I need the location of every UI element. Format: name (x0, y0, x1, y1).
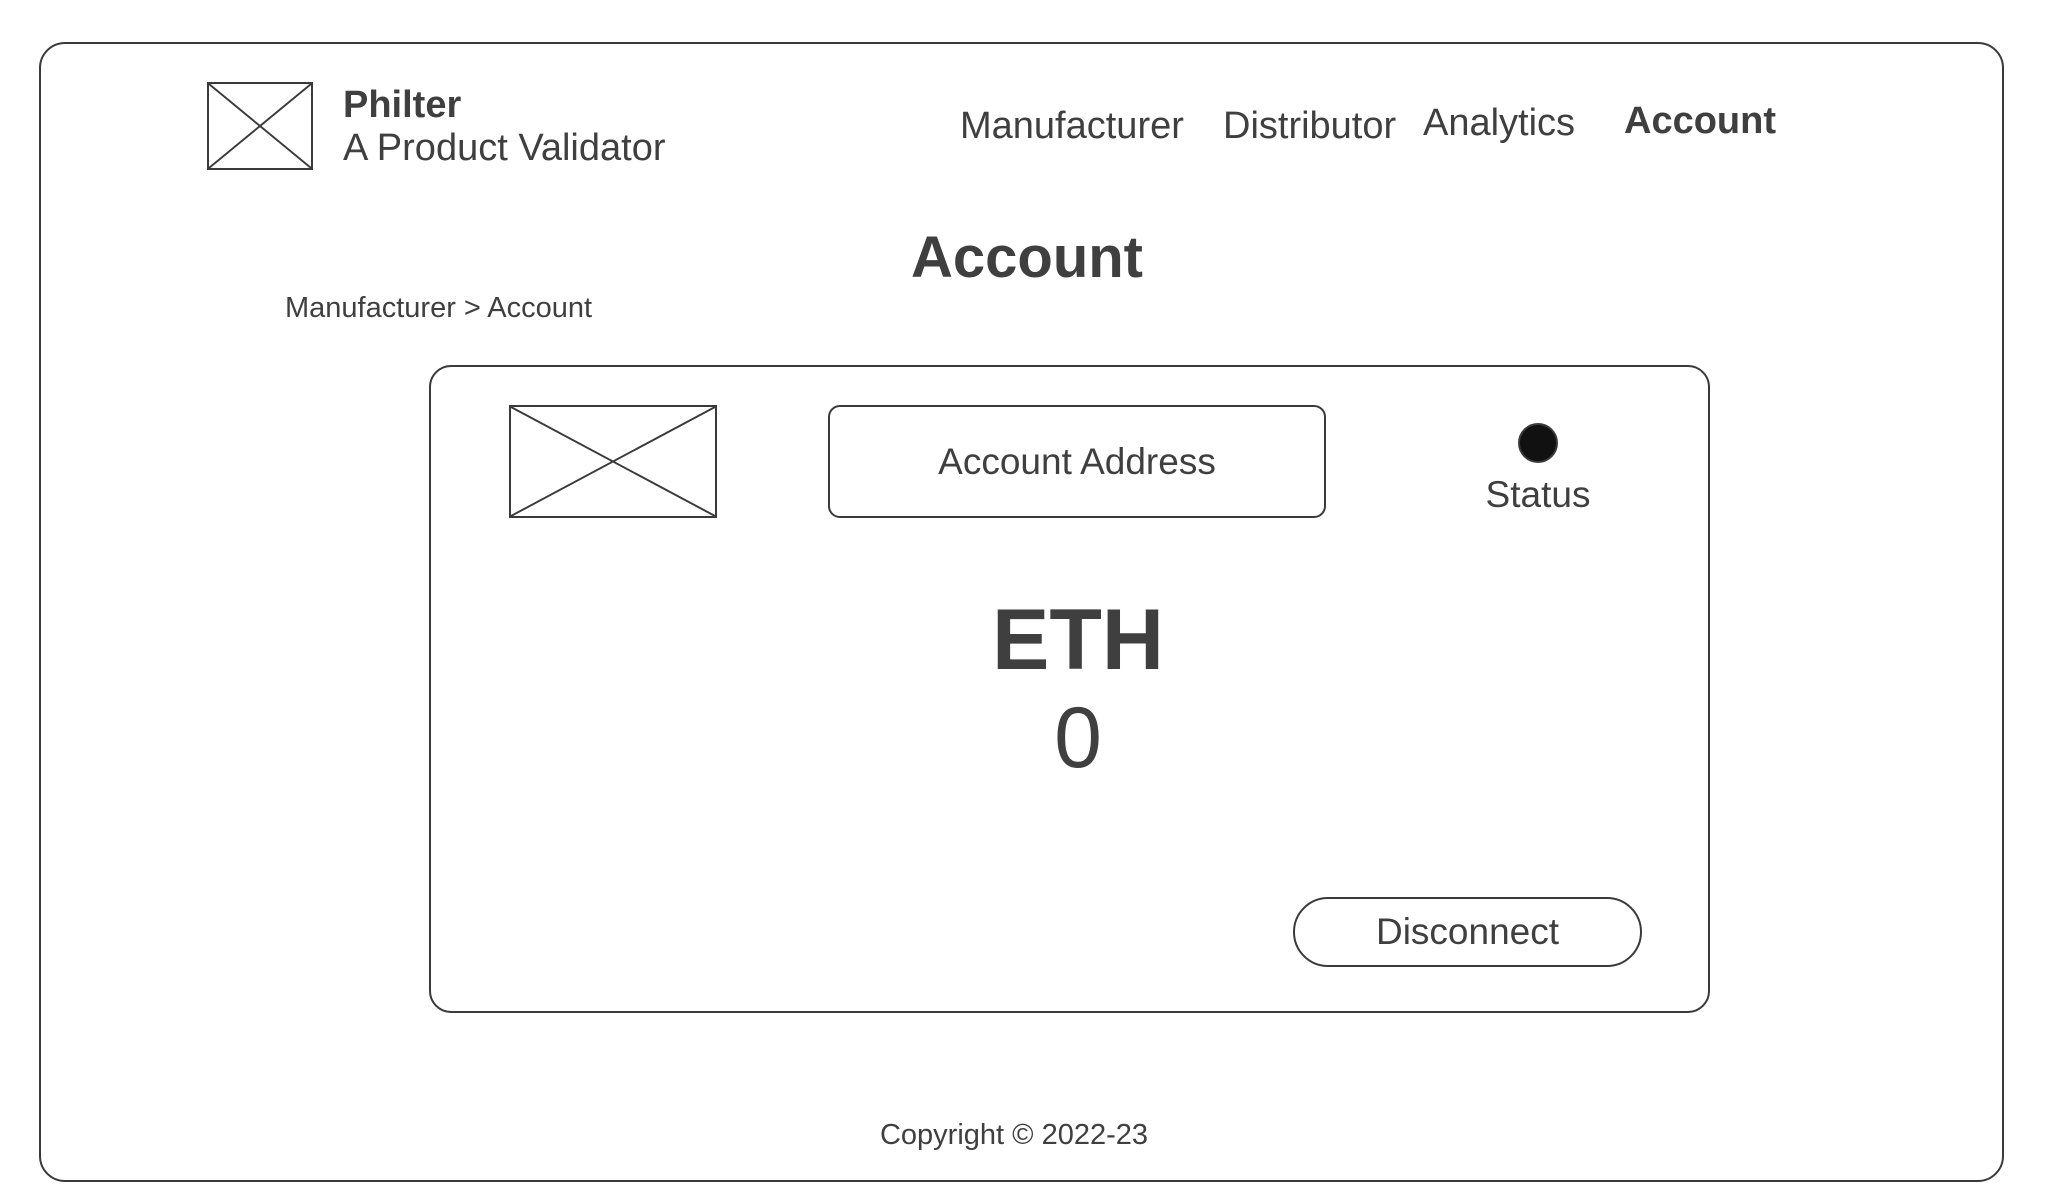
disconnect-button-label: Disconnect (1375, 911, 1560, 952)
nav-item-analytics[interactable]: Analytics (1423, 101, 1575, 145)
currency-label: ETH (992, 592, 1164, 688)
account-address-field[interactable]: Account Address (828, 405, 1326, 518)
disconnect-button[interactable]: Disconnect (1293, 897, 1642, 967)
copyright-footer: Copyright © 2022-23 (879, 1119, 1149, 1151)
nav-item-distributor[interactable]: Distributor (1223, 104, 1396, 148)
nav-item-manufacturer[interactable]: Manufacturer (960, 104, 1184, 148)
status-label: Status (1485, 474, 1591, 515)
logo-image-placeholder-icon (207, 82, 313, 170)
account-address-label: Account Address (938, 440, 1216, 482)
status-indicator-icon (1518, 423, 1558, 463)
breadcrumb[interactable]: Manufacturer > Account (285, 291, 592, 325)
balance-value: 0 (1054, 690, 1102, 786)
nav-item-account[interactable]: Account (1624, 99, 1776, 143)
avatar-image-placeholder-icon (509, 405, 717, 518)
brand-name: Philter (343, 84, 462, 126)
page-title-text: Account (911, 225, 1143, 290)
brand-tagline: A Product Validator (343, 127, 666, 169)
